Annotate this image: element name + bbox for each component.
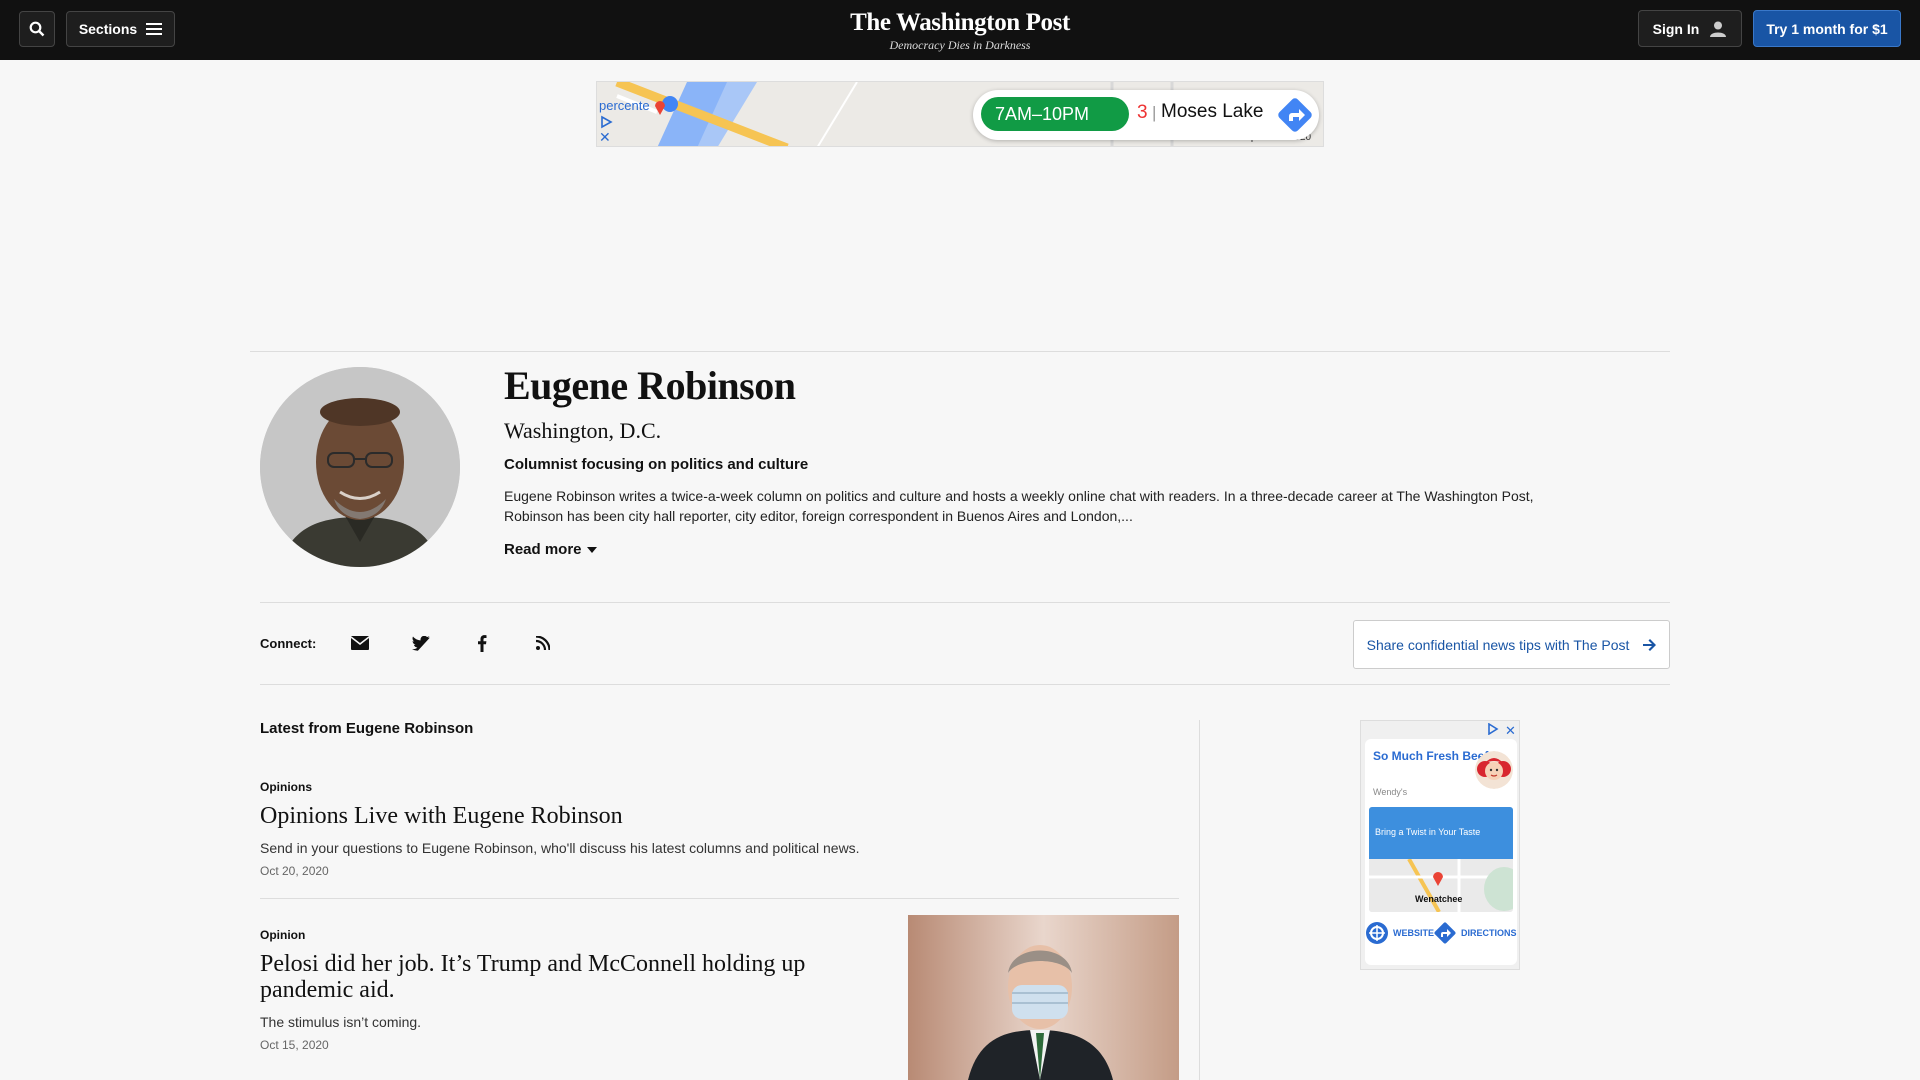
ad-website-button[interactable]: WEBSITE xyxy=(1365,921,1434,945)
ad-brand: Wendy's xyxy=(1373,787,1408,797)
read-more-button[interactable]: Read more xyxy=(504,541,597,558)
latest-heading: Latest from Eugene Robinson xyxy=(260,720,474,737)
brand-logo-icon xyxy=(1475,751,1513,789)
adchoices-icon[interactable] xyxy=(1487,723,1499,735)
globe-icon xyxy=(1366,922,1388,944)
top-navigation-bar: Sections The Washington Post Democracy D… xyxy=(0,0,1920,60)
story-date: Oct 15, 2020 xyxy=(260,1038,329,1052)
ad-website-label: WEBSITE xyxy=(1393,928,1435,938)
ad-separator: | xyxy=(1152,103,1157,122)
story-blurb: Send in your questions to Eugene Robinso… xyxy=(260,840,860,856)
author-location: Washington, D.C. xyxy=(504,418,662,443)
search-button[interactable] xyxy=(19,11,55,47)
ad-map: Bring a Twist in Your Taste Wenatchee xyxy=(1369,807,1513,912)
user-icon xyxy=(1710,21,1727,37)
news-tips-button[interactable]: Share confidential news tips with The Po… xyxy=(1353,620,1670,669)
ad-close-icon[interactable]: ✕ xyxy=(1505,723,1516,739)
ad-title: So Much Fresh Beef xyxy=(1373,749,1489,763)
adchoices-icon[interactable] xyxy=(599,115,613,129)
sections-label: Sections xyxy=(78,21,138,37)
ad-card[interactable]: So Much Fresh Beef Wendy's Bring a Twist… xyxy=(1365,739,1517,965)
directions-icon xyxy=(1434,922,1456,944)
author-photo xyxy=(260,367,460,567)
sections-button[interactable]: Sections xyxy=(66,11,175,47)
story-kicker[interactable]: Opinion xyxy=(260,928,305,942)
masthead[interactable]: The Washington Post Democracy Dies in Da… xyxy=(810,8,1110,53)
email-icon[interactable] xyxy=(350,633,370,653)
ad-banner: Bring a Twist in Your Taste xyxy=(1369,807,1513,859)
search-icon xyxy=(29,21,45,37)
ad-directions-button[interactable]: DIRECTIONS xyxy=(1433,921,1517,945)
caret-down-icon xyxy=(586,546,597,553)
twitter-icon[interactable] xyxy=(411,633,431,653)
ad-map-city: Wenatchee xyxy=(1415,894,1463,904)
author-role: Columnist focusing on politics and cultu… xyxy=(504,456,809,473)
divider xyxy=(260,684,1670,685)
divider xyxy=(260,602,1670,603)
ad-map-label: percente xyxy=(599,98,650,113)
story-thumbnail[interactable] xyxy=(908,915,1179,1080)
subscribe-button[interactable]: Try 1 month for $1 xyxy=(1753,10,1901,47)
author-name: Eugene Robinson xyxy=(504,363,796,408)
hamburger-menu-icon xyxy=(146,23,163,35)
sidebar-ad[interactable]: ✕ So Much Fresh Beef Wendy's Bring a Twi… xyxy=(1360,720,1520,970)
facebook-icon[interactable] xyxy=(472,633,492,653)
story-headline[interactable]: Opinions Live with Eugene Robinson xyxy=(260,803,623,829)
story-blurb: The stimulus isn’t coming. xyxy=(260,1014,422,1030)
ad-hours-badge: 7AM–10PM xyxy=(981,97,1129,131)
read-more-label: Read more xyxy=(504,541,582,558)
ad-place-name: Moses Lake xyxy=(1161,101,1264,122)
divider xyxy=(260,898,1179,899)
top-banner-ad[interactable]: percente ✕ Map data ©2020 7AM–10PM 3 | M… xyxy=(596,81,1324,147)
news-tips-label: Share confidential news tips with The Po… xyxy=(1366,636,1630,653)
directions-icon[interactable] xyxy=(1276,96,1314,134)
site-logo: The Washington Post xyxy=(850,9,1070,36)
sign-in-label: Sign In xyxy=(1652,20,1700,37)
connect-label: Connect: xyxy=(260,636,317,651)
column-divider xyxy=(1199,720,1200,1080)
ad-close-icon[interactable]: ✕ xyxy=(599,129,611,146)
sign-in-button[interactable]: Sign In xyxy=(1638,10,1742,47)
rss-icon[interactable] xyxy=(533,633,553,653)
author-bio: Eugene Robinson writes a twice-a-week co… xyxy=(504,488,1534,524)
divider xyxy=(250,351,1670,352)
arrow-right-icon xyxy=(1643,638,1657,651)
story-headline[interactable]: Pelosi did her job. It’s Trump and McCon… xyxy=(260,951,880,1003)
story-kicker[interactable]: Opinions xyxy=(260,780,312,794)
ad-location-count: 3 xyxy=(1137,102,1148,123)
ad-store-pill[interactable]: 7AM–10PM 3 | Moses Lake xyxy=(973,90,1319,140)
ad-directions-label: DIRECTIONS xyxy=(1461,928,1517,938)
site-tagline: Democracy Dies in Darkness xyxy=(889,38,1031,52)
story-date: Oct 20, 2020 xyxy=(260,864,329,878)
